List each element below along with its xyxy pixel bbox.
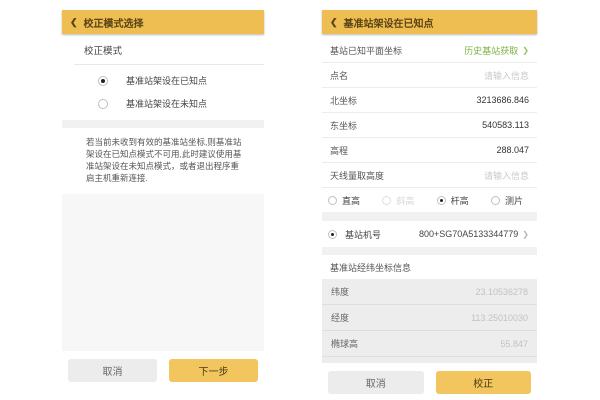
left-button-bar: 取消 下一步 (62, 351, 264, 390)
radio-slant-height-label: 斜高 (396, 194, 414, 207)
phone-screen-known-point-form: ❮ 基准站架设在已知点 基站已知平面坐标 历史基站获取 ❯ 点名 请输入信息 北… (322, 10, 537, 390)
elevation-field[interactable]: 高程 288.047 (322, 138, 537, 163)
back-icon[interactable]: ❮ (70, 17, 78, 28)
point-name-input[interactable]: 请输入信息 (484, 69, 529, 82)
point-name-label: 点名 (330, 69, 348, 82)
divider (74, 64, 264, 65)
radio-slant-height: 斜高 (382, 194, 414, 207)
east-coord-value[interactable]: 540583.113 (482, 120, 529, 130)
chevron-right-icon: ❯ (522, 230, 529, 239)
radio-selected-icon (328, 230, 337, 239)
east-coord-field[interactable]: 东坐标 540583.113 (322, 113, 537, 138)
latlon-readonly-block: 纬度 23.10536278 经度 113.25010030 椭球高 55.84… (322, 279, 537, 363)
cancel-button[interactable]: 取消 (68, 359, 157, 382)
base-device-row[interactable]: 基站机号 800+SG70A5133344779 ❯ (322, 221, 537, 247)
right-page-title: 基准站架设在已知点 (344, 15, 434, 30)
radio-known-point-label: 基准站架设在已知点 (126, 74, 207, 87)
section-band (62, 120, 264, 128)
elevation-value[interactable]: 288.047 (496, 145, 529, 155)
radio-pole-height-label: 杆高 (451, 194, 469, 207)
radio-vertical-height-label: 直高 (342, 194, 360, 207)
radio-selected-icon (437, 196, 446, 205)
radio-unselected-icon (491, 196, 500, 205)
antenna-height-label: 天线量取高度 (330, 169, 384, 182)
north-coord-field[interactable]: 北坐标 3213686.846 (322, 88, 537, 113)
antenna-height-field[interactable]: 天线量取高度 请输入信息 (322, 163, 537, 188)
section-band (322, 247, 537, 255)
radio-measure-plate[interactable]: 测片 (491, 194, 523, 207)
known-coord-label: 基站已知平面坐标 (330, 44, 402, 57)
point-name-field[interactable]: 点名 请输入信息 (322, 63, 537, 88)
elevation-label: 高程 (330, 144, 348, 157)
latlon-section-title: 基准站经纬坐标信息 (322, 255, 537, 279)
radio-unknown-point[interactable]: 基准站架设在未知点 (62, 92, 264, 115)
mode-hint-text: 若当前未收到有效的基准站坐标,则基准站架设在已知点模式不可用,此时建议使用基准站… (62, 128, 264, 194)
empty-area (62, 194, 264, 351)
phone-screen-correction-mode: ❮ 校正模式选择 校正模式 基准站架设在已知点 基准站架设在未知点 若当前未收到… (62, 10, 264, 390)
longitude-value: 113.25010030 (471, 313, 528, 323)
base-device-serial: 800+SG70A5133344779 (419, 229, 518, 239)
right-button-bar: 取消 校正 (322, 363, 537, 400)
antenna-type-radio-group: 直高 斜高 杆高 测片 (322, 188, 537, 213)
next-step-button[interactable]: 下一步 (169, 359, 258, 382)
radio-measure-plate-label: 测片 (505, 194, 523, 207)
radio-unselected-icon (98, 99, 108, 109)
ellipsoid-height-row: 椭球高 55.847 (322, 331, 537, 357)
history-base-link[interactable]: 历史基站获取 (464, 44, 518, 57)
east-coord-label: 东坐标 (330, 119, 357, 132)
form-rows: 基站已知平面坐标 历史基站获取 ❯ 点名 请输入信息 北坐标 3213686.8… (322, 34, 537, 363)
longitude-row: 经度 113.25010030 (322, 305, 537, 331)
right-appbar: ❮ 基准站架设在已知点 (322, 10, 537, 34)
calibrate-button[interactable]: 校正 (436, 371, 532, 394)
screenshot-canvas: ❮ 校正模式选择 校正模式 基准站架设在已知点 基准站架设在未知点 若当前未收到… (0, 0, 600, 400)
radio-unselected-icon (328, 196, 337, 205)
known-coord-header-row: 基站已知平面坐标 历史基站获取 ❯ (322, 38, 537, 63)
radio-known-point[interactable]: 基准站架设在已知点 (62, 69, 264, 92)
ellipsoid-height-label: 椭球高 (331, 337, 358, 350)
mode-section-label: 校正模式 (62, 34, 264, 64)
radio-disabled-icon (382, 196, 391, 205)
radio-vertical-height[interactable]: 直高 (328, 194, 360, 207)
base-device-label: 基站机号 (345, 228, 381, 241)
cancel-button[interactable]: 取消 (328, 371, 424, 394)
left-page-title: 校正模式选择 (84, 15, 144, 30)
antenna-height-input[interactable]: 请输入信息 (484, 169, 529, 182)
back-icon[interactable]: ❮ (330, 17, 338, 28)
radio-selected-icon (98, 76, 108, 86)
ellipsoid-height-value: 55.847 (500, 339, 528, 349)
latitude-label: 纬度 (331, 285, 349, 298)
latitude-value: 23.10536278 (475, 287, 528, 297)
radio-pole-height[interactable]: 杆高 (437, 194, 469, 207)
chevron-right-icon: ❯ (522, 46, 529, 55)
section-band (322, 213, 537, 221)
north-coord-label: 北坐标 (330, 94, 357, 107)
left-appbar: ❮ 校正模式选择 (62, 10, 264, 34)
north-coord-value[interactable]: 3213686.846 (476, 95, 529, 105)
longitude-label: 经度 (331, 311, 349, 324)
latitude-row: 纬度 23.10536278 (322, 279, 537, 305)
radio-unknown-point-label: 基准站架设在未知点 (126, 97, 207, 110)
